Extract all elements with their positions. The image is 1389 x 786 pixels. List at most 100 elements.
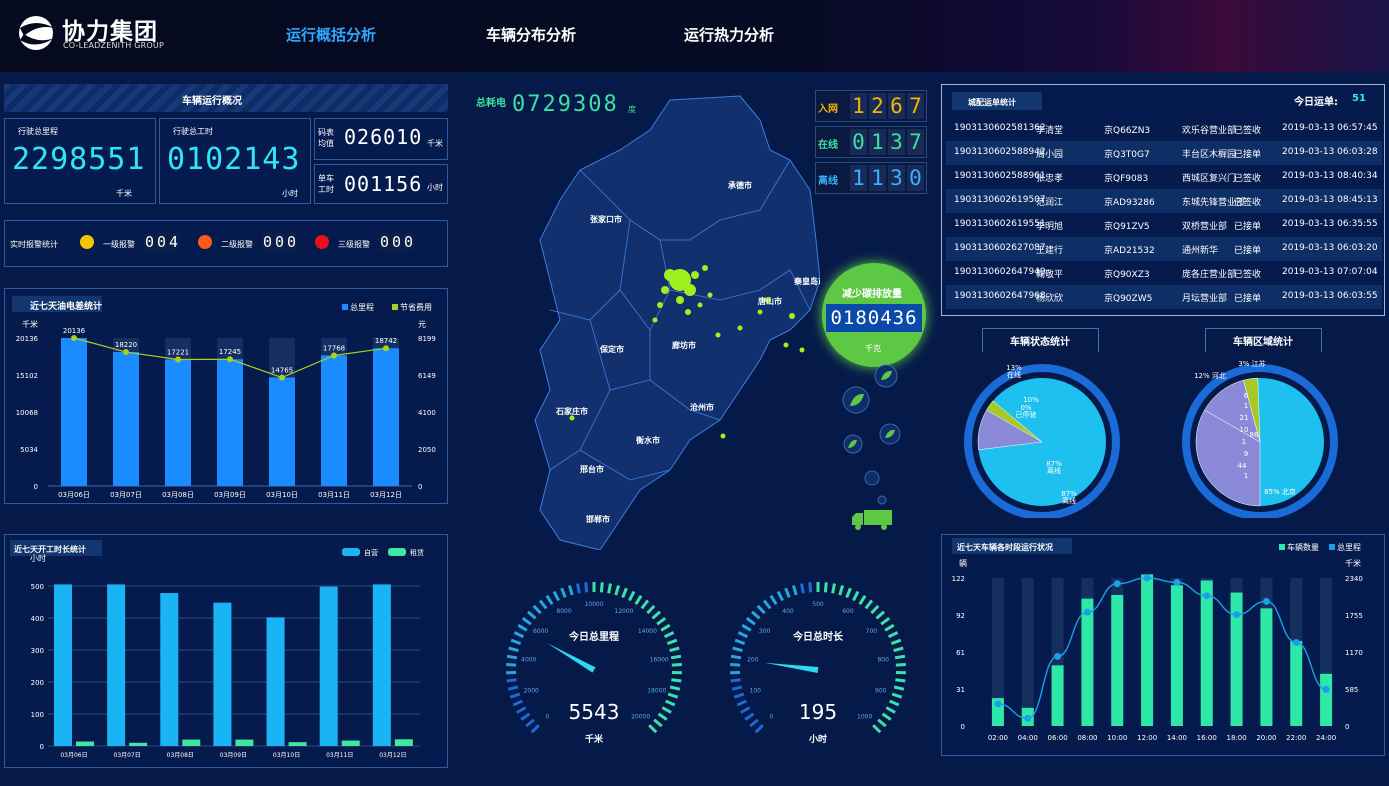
gauge-tick bbox=[884, 623, 895, 632]
y-tick-right: 6149 bbox=[418, 372, 436, 380]
mileage-point bbox=[1262, 597, 1270, 605]
table-row[interactable]: 1903130602581362 李清堂 京Q66ZN3 欢乐谷营业部 已签收 2019-… bbox=[946, 117, 1382, 141]
leased-bar bbox=[235, 739, 254, 746]
power-label: 总耗电 bbox=[476, 98, 506, 109]
table-row[interactable]: 1903130602619551 李明旭 京Q91ZV5 双桥营业部 已接单 2019-0… bbox=[946, 213, 1382, 237]
pie-label: 85% 北京 bbox=[1264, 487, 1296, 496]
gauge-tick bbox=[880, 617, 891, 626]
y-tick-right: 8199 bbox=[418, 335, 436, 343]
gauge-scale-label: 10000 bbox=[584, 601, 603, 608]
gauge-tick bbox=[893, 685, 905, 691]
status-digit: 0 bbox=[850, 129, 867, 155]
gauge-tick bbox=[517, 623, 528, 632]
table-cell: 京Q90ZW5 bbox=[1104, 294, 1153, 304]
meter-avg-value: 026010 bbox=[344, 125, 423, 149]
gauge-tick bbox=[895, 662, 906, 667]
table-cell: 庞各庄营业部 bbox=[1182, 270, 1237, 280]
x-tick: 03月06日 bbox=[58, 491, 90, 499]
gauge-tick bbox=[891, 692, 903, 699]
table-cell: 已签收 bbox=[1234, 126, 1262, 136]
y-tick: 300 bbox=[31, 647, 44, 655]
tab-distribution[interactable]: 车辆分布分析 bbox=[486, 24, 576, 45]
table-row[interactable]: 1903130602588961 张忠孝 京QF9083 西城区复兴门 已签收 2019-… bbox=[946, 165, 1382, 189]
gauge-tick bbox=[506, 654, 518, 660]
y-tick-left: 31 bbox=[956, 686, 965, 694]
gauge-tick bbox=[621, 587, 628, 599]
gauge-scale-label: 1000 bbox=[857, 714, 872, 721]
gauge-tick bbox=[560, 587, 567, 599]
status-label: 在线 bbox=[818, 140, 838, 151]
logo-subtitle: CO-LEADZENITH GROUP bbox=[63, 41, 164, 50]
gauge-tick bbox=[730, 678, 741, 683]
gauge-scale-label: 500 bbox=[812, 601, 824, 608]
y-tick-right: 2340 bbox=[1345, 575, 1363, 583]
x-tick: 08:00 bbox=[1077, 734, 1097, 742]
gauge-tick bbox=[666, 638, 678, 645]
mileage-point bbox=[1233, 611, 1241, 619]
vehicle-count-bar bbox=[1200, 580, 1213, 726]
legend-swatch bbox=[1329, 544, 1335, 550]
orders-today-value: 51 bbox=[1352, 93, 1366, 104]
leased-bar bbox=[129, 742, 148, 746]
table-cell: 周小园 bbox=[1036, 150, 1064, 160]
alarm-label: 三级报警 bbox=[338, 240, 370, 249]
table-row[interactable]: 1903130602588942 周小园 京Q3T0G7 丰台区木樨园 已接单 2019-… bbox=[946, 141, 1382, 165]
x-tick: 03月12日 bbox=[370, 491, 402, 499]
x-tick: 20:00 bbox=[1256, 734, 1276, 742]
gauge-tick bbox=[653, 718, 663, 728]
y-axis-title-right: 千米 bbox=[1345, 558, 1361, 568]
x-tick: 24:00 bbox=[1316, 734, 1336, 742]
map-city-label: 保定市 bbox=[599, 344, 624, 354]
bar-data-label: 18220 bbox=[115, 341, 137, 349]
legend-label: 自营 bbox=[364, 548, 378, 557]
pie-label: 21 bbox=[1240, 414, 1249, 422]
vehicle-count-bar bbox=[1111, 594, 1124, 726]
map-city-label: 邢台市 bbox=[579, 464, 604, 474]
total-hours-label: 行驶总工时 bbox=[173, 127, 213, 136]
leased-bar bbox=[288, 742, 307, 746]
map-city-label: 沧州市 bbox=[690, 402, 714, 412]
gauge-needle bbox=[547, 643, 596, 673]
gauge-tick bbox=[516, 706, 527, 714]
gauge-tick bbox=[508, 646, 519, 653]
mileage-bar bbox=[113, 352, 139, 486]
table-row[interactable]: 1903130602647949 鞠敬平 京Q90XZ3 庞各庄营业部 已签收 2019-… bbox=[946, 261, 1382, 285]
table-cell: 鞠敬平 bbox=[1036, 270, 1064, 280]
tab-overview[interactable]: 运行概括分析 bbox=[286, 24, 376, 45]
vehicle-region-pie: 12% 河北 3% 江苏 6 1 21 10 1 86 9 44 1 85% 北京 bbox=[1182, 359, 1338, 518]
gauge-tick bbox=[506, 678, 517, 683]
bar-data-label: 18742 bbox=[375, 337, 397, 345]
gauge-tick bbox=[521, 617, 532, 626]
x-tick: 06:00 bbox=[1047, 734, 1067, 742]
status-digit: 1 bbox=[869, 129, 886, 155]
alarm-digit: 0 bbox=[379, 233, 390, 251]
table-cell: 京AD21532 bbox=[1104, 246, 1155, 256]
x-tick: 03月10日 bbox=[266, 491, 298, 499]
status-digit: 3 bbox=[888, 129, 905, 155]
table-row[interactable]: 1903130602619507 范润江 京AD93286 东城先锋营业部 已签收 201… bbox=[946, 189, 1382, 213]
gauge-scale-label: 18000 bbox=[647, 687, 666, 694]
alarm-digit: 0 bbox=[156, 233, 167, 251]
oil-electric-chart: 千米 元 20136 15102 10068 5034 0 8199 6149 4100 2050 0… bbox=[16, 302, 436, 499]
leaf-bubbles bbox=[842, 364, 901, 505]
gauge-tick bbox=[864, 599, 874, 610]
vehicle-status-title: 车辆状态统计 bbox=[1010, 337, 1070, 348]
tab-heatmap[interactable]: 运行热力分析 bbox=[684, 24, 774, 45]
y-tick-right: 0 bbox=[1345, 723, 1349, 731]
gauge-unit: 千米 bbox=[585, 733, 604, 745]
mileage-point bbox=[1322, 685, 1330, 693]
gauge-tick bbox=[520, 712, 531, 721]
gauge-scale-label: 300 bbox=[759, 628, 771, 635]
pie-label: 1 bbox=[1242, 438, 1246, 446]
table-cell: 京Q66ZN3 bbox=[1104, 126, 1151, 136]
table-row[interactable]: 1903130602647968 杨欣欣 京Q90ZW5 月坛营业部 已接单 2019-0… bbox=[946, 285, 1382, 309]
table-cell: 李清堂 bbox=[1036, 126, 1064, 136]
mileage-point bbox=[1143, 574, 1151, 582]
table-row[interactable]: 1903130602627087 王建行 京AD21532 通州新华 已接单 2019-0… bbox=[946, 237, 1382, 261]
leased-bar bbox=[341, 740, 360, 746]
carbon-unit: 千克 bbox=[865, 344, 881, 353]
y-tick: 400 bbox=[31, 615, 44, 623]
gauge-tick bbox=[576, 583, 581, 594]
gauge-tick bbox=[858, 594, 867, 605]
y-axis-title: 小时 bbox=[30, 553, 46, 563]
